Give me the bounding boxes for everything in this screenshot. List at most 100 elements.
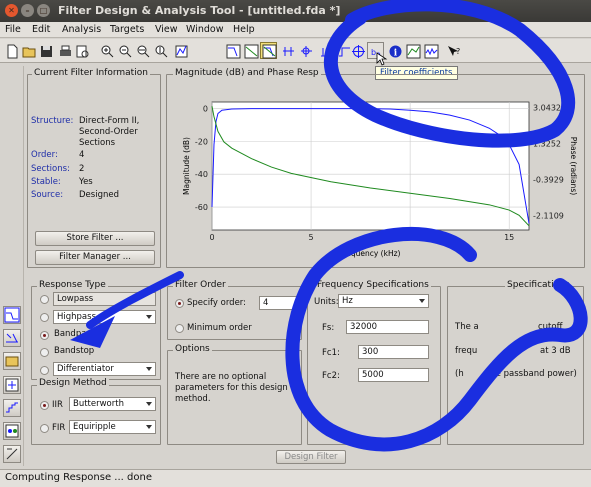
title-bar: ✕ – □ Filter Design & Analysis Tool - [u…: [0, 0, 591, 22]
pole-zero-icon[interactable]: [349, 42, 366, 59]
mouse-cursor-icon: [376, 52, 388, 66]
radio-highpass[interactable]: [40, 313, 49, 322]
sections-value: 2: [79, 164, 85, 174]
pole-zero-editor-icon[interactable]: [3, 445, 21, 463]
store-filter-button[interactable]: Store Filter ...: [35, 231, 155, 246]
full-view-icon[interactable]: [172, 42, 189, 59]
radio-bandstop[interactable]: [40, 348, 49, 357]
zoom-y-icon[interactable]: [152, 42, 169, 59]
x-tick-label: 5: [309, 233, 314, 242]
new-icon[interactable]: [3, 42, 20, 59]
units-select-label: Hz: [342, 296, 353, 306]
maximize-window-icon[interactable]: □: [37, 4, 50, 17]
realize-model-icon[interactable]: [3, 376, 21, 394]
y2-tick-label: 3.0432: [533, 103, 561, 112]
design-method-legend: Design Method: [37, 378, 109, 388]
status-text: Computing Response ... done: [5, 472, 152, 483]
print-preview-icon[interactable]: [73, 42, 90, 59]
order-value: 4: [79, 150, 85, 160]
impulse-response-icon[interactable]: [317, 42, 334, 59]
options-text: There are no optional parameters for thi…: [175, 372, 288, 404]
stable-value: Yes: [79, 177, 93, 187]
fir-select[interactable]: Equiripple: [69, 420, 156, 434]
menu-edit[interactable]: Edit: [32, 24, 50, 35]
roundoff-noise-icon[interactable]: [422, 42, 439, 59]
design-filter-button[interactable]: Design Filter: [276, 450, 346, 464]
radio-fir[interactable]: [40, 424, 49, 433]
y2-axis-label: Phase (radians): [569, 137, 578, 195]
mag-spec-text-c: frequ: [455, 346, 478, 356]
menu-window[interactable]: Window: [186, 24, 223, 35]
radio-lowpass[interactable]: [40, 295, 49, 304]
radio-bandpass[interactable]: [40, 331, 49, 340]
fs-input[interactable]: 32000: [346, 320, 429, 334]
quantize-filter-icon[interactable]: [3, 399, 21, 417]
magnitude-spec-legend: Specifications: [505, 280, 572, 290]
x-axis-label: Frequency (kHz): [340, 249, 401, 258]
y-axis-label: Magnitude (dB): [182, 137, 191, 195]
filter-info-icon[interactable]: i: [386, 42, 403, 59]
units-select[interactable]: Hz: [338, 294, 429, 308]
open-icon[interactable]: [20, 42, 37, 59]
magnitude-phase-icon[interactable]: [260, 42, 277, 59]
chevron-down-icon: [146, 402, 152, 406]
source-label: Source:: [31, 190, 64, 200]
mag-spec-text-d: at 3 dB: [540, 346, 571, 356]
save-icon[interactable]: [37, 42, 54, 59]
iir-select-label: Butterworth: [73, 399, 124, 409]
y2-tick-label: 1.3252: [533, 139, 561, 148]
radio-differentiator[interactable]: [40, 366, 49, 375]
close-window-icon[interactable]: ✕: [5, 4, 18, 17]
menu-analysis[interactable]: Analysis: [62, 24, 101, 35]
options-legend: Options: [173, 344, 212, 354]
y-tick-label: -40: [195, 170, 208, 179]
zoom-in-icon[interactable]: [98, 42, 115, 59]
iir-select[interactable]: Butterworth: [69, 397, 156, 411]
design-filter-mode-icon[interactable]: [3, 306, 21, 324]
x-tick-label: 10: [405, 233, 415, 242]
order-input[interactable]: 4: [259, 296, 297, 310]
menu-targets[interactable]: Targets: [110, 24, 144, 35]
magnitude-response-icon[interactable]: [224, 42, 241, 59]
import-filter-icon[interactable]: [3, 352, 21, 370]
y2-tick-label: -0.3929: [533, 175, 564, 184]
response-type-legend: Response Type: [37, 280, 108, 290]
phase-response-icon[interactable]: [242, 42, 259, 59]
multirate-icon[interactable]: [3, 422, 21, 440]
minimize-window-icon[interactable]: –: [21, 4, 34, 17]
mag-spec-text-b: cutoff: [538, 322, 563, 332]
group-delay-icon[interactable]: [279, 42, 296, 59]
lowpass-option[interactable]: Lowpass: [53, 292, 156, 306]
status-bar: Computing Response ... done: [0, 469, 591, 487]
fc2-label: Fc2:: [322, 371, 340, 381]
window-title: Filter Design & Analysis Tool - [untitle…: [58, 4, 341, 17]
menu-bar: File Edit Analysis Targets View Window H…: [0, 22, 591, 38]
filter-order-legend: Filter Order: [173, 280, 228, 290]
fc2-input[interactable]: 5000: [358, 368, 429, 382]
plot-area: [211, 101, 530, 231]
radio-specify-order[interactable]: [175, 299, 184, 308]
highpass-select[interactable]: Highpass: [53, 310, 156, 324]
filter-manager-button[interactable]: Filter Manager ...: [35, 250, 155, 265]
radio-minimum-order[interactable]: [175, 324, 184, 333]
mag-spec-text-f: the passband power): [487, 369, 577, 379]
differentiator-select[interactable]: Differentiator: [53, 362, 156, 376]
minimum-order-label: Minimum order: [187, 323, 252, 333]
whats-this-icon[interactable]: ?: [444, 42, 461, 59]
svg-text:i: i: [394, 49, 398, 59]
differentiator-select-label: Differentiator: [57, 364, 114, 374]
fir-select-label: Equiripple: [73, 422, 116, 432]
chevron-down-icon: [146, 315, 152, 319]
menu-file[interactable]: File: [5, 24, 21, 35]
iir-label: IIR: [52, 400, 63, 410]
print-icon[interactable]: [56, 42, 73, 59]
menu-view[interactable]: View: [155, 24, 178, 35]
fc1-input[interactable]: 300: [358, 345, 429, 359]
transform-filter-icon[interactable]: [3, 329, 21, 347]
magnitude-estimate-icon[interactable]: [404, 42, 421, 59]
zoom-out-icon[interactable]: [116, 42, 133, 59]
phase-delay-icon[interactable]: [297, 42, 314, 59]
menu-help[interactable]: Help: [233, 24, 255, 35]
radio-iir[interactable]: [40, 401, 49, 410]
zoom-x-icon[interactable]: [134, 42, 151, 59]
